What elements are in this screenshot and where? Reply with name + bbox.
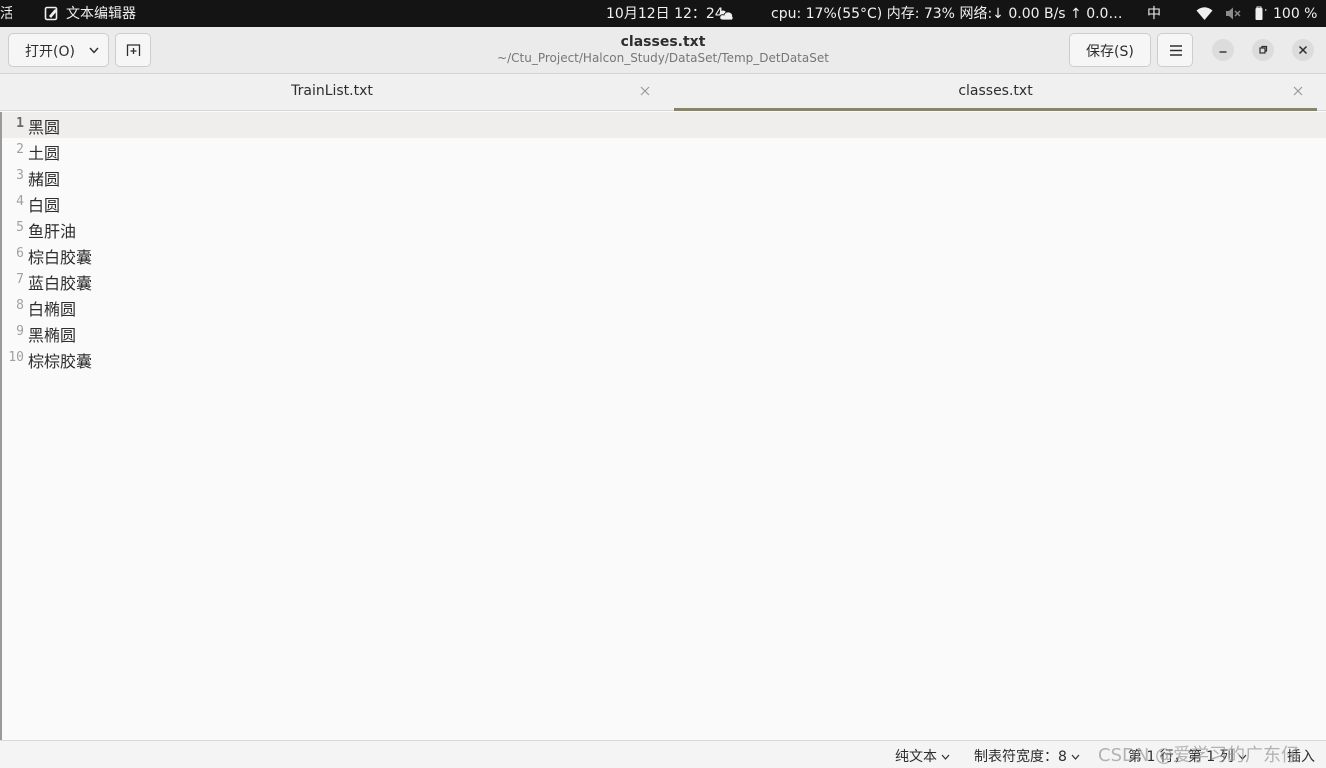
language-label: 纯文本	[895, 749, 937, 765]
editor-line[interactable]: 8 白椭圆	[2, 294, 1326, 320]
tab-trainlist[interactable]: TrainList.txt	[0, 74, 664, 111]
tab-width-label: 制表符宽度：8	[974, 749, 1067, 765]
save-button-label: 保存(S)	[1086, 44, 1134, 60]
line-number: 3	[16, 168, 24, 183]
activities-button[interactable]: 活动	[0, 0, 12, 27]
restore-icon	[1259, 45, 1268, 54]
line-number: 8	[16, 298, 24, 313]
text-editor-area[interactable]: 1 黑圆 2 土圆 3 赭圆 4 白圆 5 鱼肝油 6 棕白胶囊 7 蓝白胶囊 …	[0, 112, 1326, 740]
editor-line[interactable]: 2 土圆	[2, 138, 1326, 164]
tab-bar: TrainList.txt classes.txt	[0, 74, 1326, 111]
battery-percentage: 100 %	[1273, 6, 1318, 22]
line-number: 9	[16, 324, 24, 339]
line-text[interactable]: 白圆	[28, 192, 60, 216]
system-top-bar: 活动 文本编辑器 10月12日 12：24 cpu: 17%(55°C) 内存:…	[0, 0, 1326, 27]
language-selector[interactable]: 纯文本	[895, 746, 950, 766]
close-tab-icon[interactable]	[640, 86, 650, 96]
chevron-down-icon	[941, 754, 950, 760]
input-method-indicator[interactable]: 中	[1147, 0, 1161, 27]
system-monitor[interactable]: cpu: 17%(55°C) 内存: 73% 网络:↓ 0.00 B/s ↑ 0…	[771, 0, 1122, 27]
line-text[interactable]: 棕棕胶囊	[28, 348, 92, 372]
document-title: classes.txt	[620, 34, 706, 50]
editor-line[interactable]: 9 黑椭圆	[2, 320, 1326, 346]
editor-line[interactable]: 10 棕棕胶囊	[2, 346, 1326, 372]
line-number: 4	[16, 194, 24, 209]
editor-line[interactable]: 1 黑圆	[2, 112, 1326, 138]
line-text[interactable]: 黑椭圆	[28, 322, 76, 346]
document-path: ~/Ctu_Project/Halcon_Study/DataSet/Temp_…	[497, 51, 829, 65]
close-window-button[interactable]	[1292, 39, 1314, 61]
editor-line[interactable]: 4 白圆	[2, 190, 1326, 216]
save-button[interactable]: 保存(S)	[1069, 33, 1151, 67]
editor-line[interactable]: 3 赭圆	[2, 164, 1326, 190]
app-menu[interactable]: 文本编辑器	[66, 0, 136, 27]
new-document-button[interactable]	[115, 33, 151, 67]
line-number: 1	[16, 116, 24, 131]
battery-icon[interactable]	[1252, 6, 1269, 21]
header-bar: 打开(O) classes.txt ~/Ctu_Project/Halcon_S…	[0, 27, 1326, 74]
line-number: 6	[16, 246, 24, 261]
line-text[interactable]: 棕白胶囊	[28, 244, 92, 268]
line-text[interactable]: 白椭圆	[28, 296, 76, 320]
line-text[interactable]: 赭圆	[28, 166, 60, 190]
chevron-down-icon	[1071, 754, 1080, 760]
title-area: classes.txt ~/Ctu_Project/Halcon_Study/D…	[400, 27, 926, 66]
status-bar: 纯文本 制表符宽度：8 第 1 行，第 1 列 插入 CSDN @爱学习的广东仔	[0, 740, 1326, 768]
csdn-watermark: CSDN @爱学习的广东仔	[1098, 745, 1300, 766]
close-icon	[1298, 45, 1308, 55]
minimize-button[interactable]	[1212, 39, 1234, 61]
line-text[interactable]: 土圆	[28, 140, 60, 164]
minimize-icon	[1219, 51, 1227, 53]
tab-width-selector[interactable]: 制表符宽度：8	[974, 746, 1080, 766]
tab-classes[interactable]: classes.txt	[674, 74, 1317, 111]
maximize-button[interactable]	[1252, 39, 1274, 61]
line-number: 5	[16, 220, 24, 235]
clock[interactable]: 10月12日 12：24	[606, 0, 724, 27]
close-tab-icon[interactable]	[1293, 86, 1303, 96]
tab-label: classes.txt	[958, 83, 1033, 99]
line-number: 10	[8, 350, 24, 365]
new-tab-icon	[126, 44, 141, 56]
open-button-label: 打开(O)	[25, 44, 75, 60]
wifi-icon[interactable]	[1196, 6, 1213, 21]
line-text[interactable]: 鱼肝油	[28, 218, 76, 242]
line-number: 7	[16, 272, 24, 287]
weather-icon	[719, 10, 734, 21]
editor-line[interactable]: 7 蓝白胶囊	[2, 268, 1326, 294]
line-text[interactable]: 蓝白胶囊	[28, 270, 92, 294]
line-number: 2	[16, 142, 24, 157]
text-editor-icon	[44, 6, 58, 21]
hamburger-menu-icon	[1170, 45, 1182, 56]
active-tab-indicator	[674, 108, 1317, 111]
tab-label: TrainList.txt	[291, 83, 373, 99]
line-text[interactable]: 黑圆	[28, 114, 60, 138]
chevron-down-icon	[89, 47, 99, 54]
editor-line[interactable]: 5 鱼肝油	[2, 216, 1326, 242]
main-menu-button[interactable]	[1157, 33, 1193, 67]
open-button[interactable]: 打开(O)	[8, 33, 109, 67]
volume-muted-icon[interactable]	[1225, 6, 1241, 21]
editor-line[interactable]: 6 棕白胶囊	[2, 242, 1326, 268]
